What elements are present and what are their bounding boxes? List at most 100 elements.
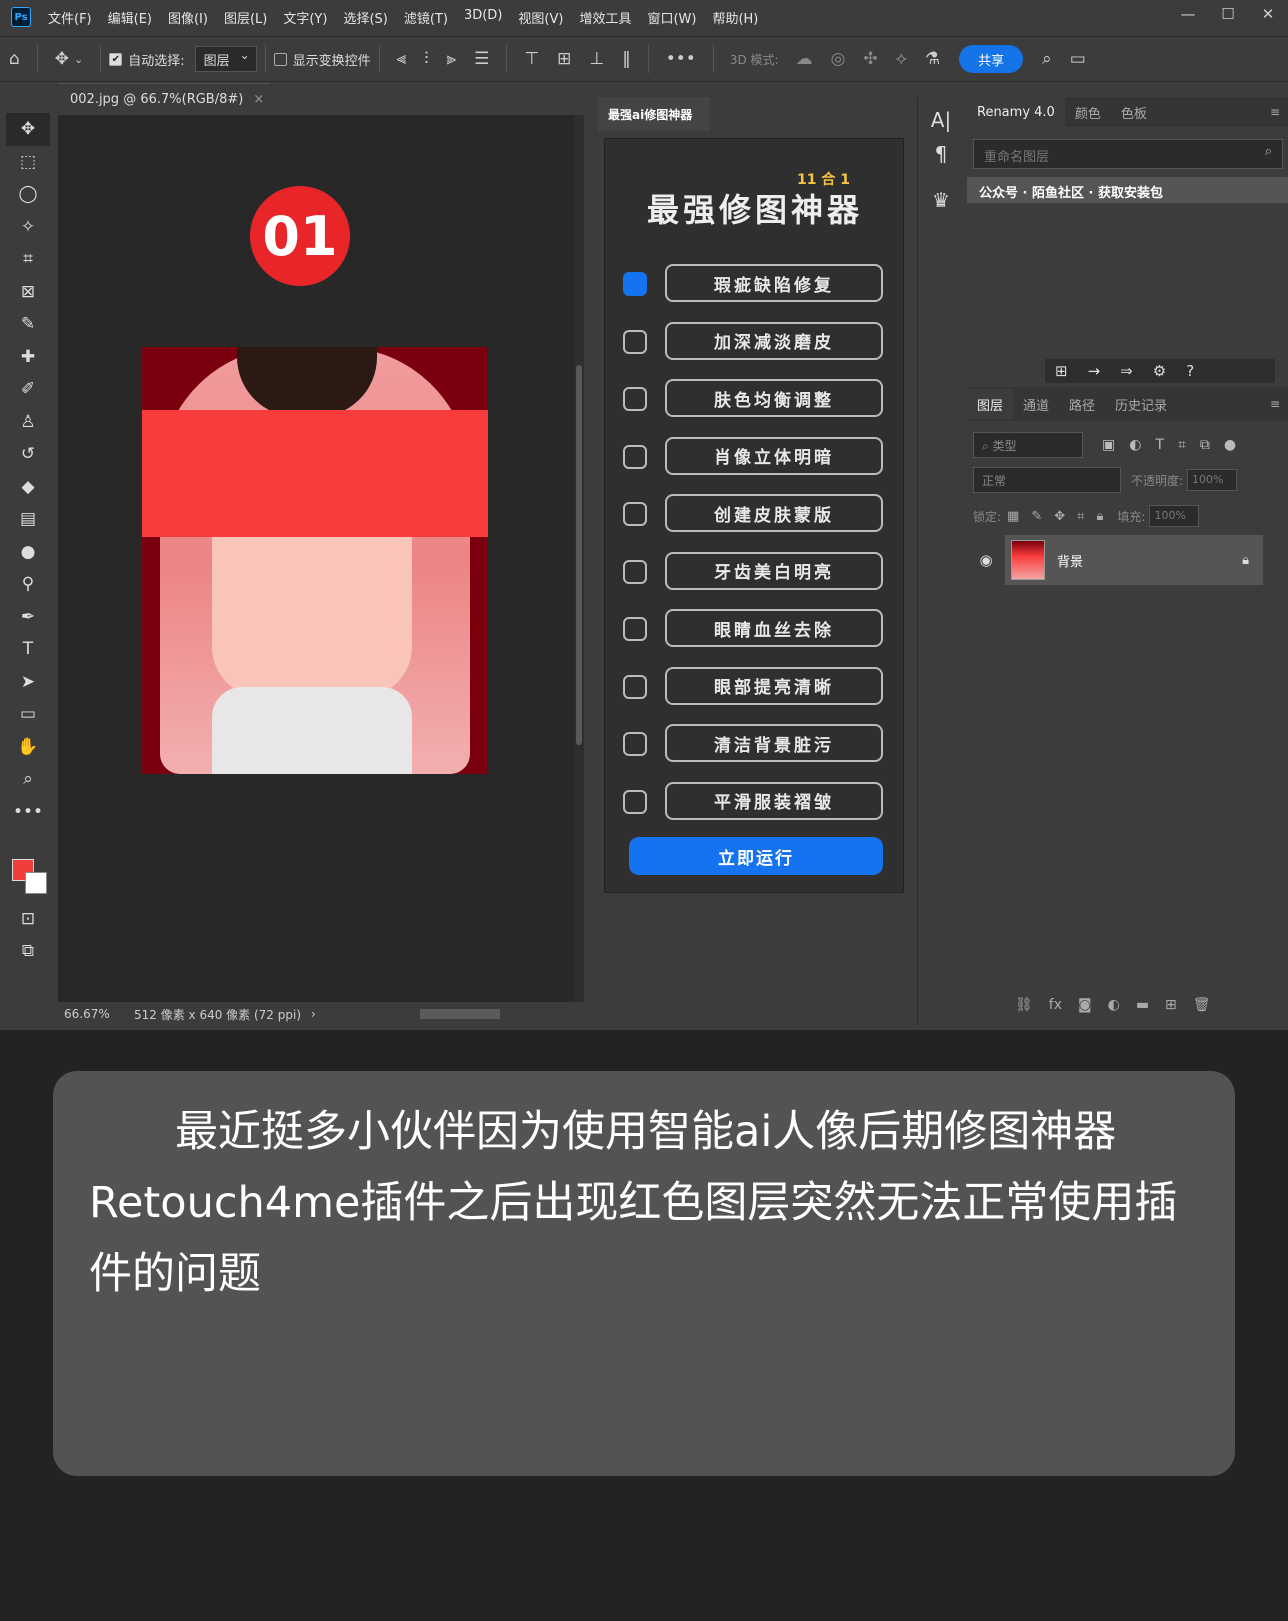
- align-middle-icon[interactable]: ⊞: [557, 49, 571, 69]
- rename-layer-input[interactable]: 重命名图层 ⌕: [973, 139, 1283, 169]
- layer-style-icon[interactable]: fx: [1049, 997, 1062, 1013]
- auto-select-dropdown[interactable]: 图层: [194, 46, 257, 72]
- hand-tool-icon[interactable]: ✋: [6, 731, 50, 764]
- arrow-right-icon[interactable]: →: [1088, 362, 1101, 380]
- adjustment-layer-icon[interactable]: ◐: [1108, 997, 1120, 1013]
- home-icon[interactable]: ⌂: [9, 49, 20, 69]
- feature-checkbox[interactable]: [623, 272, 647, 296]
- panel-menu-icon[interactable]: ≡: [1270, 105, 1280, 119]
- search-icon[interactable]: ⌕: [1042, 49, 1052, 69]
- dodge-tool-icon[interactable]: ⚲: [6, 568, 50, 601]
- plugin-tab[interactable]: 最强ai修图神器: [598, 97, 710, 131]
- 3d-slide-icon[interactable]: ⟡: [896, 49, 907, 69]
- feature-checkbox[interactable]: [623, 329, 647, 354]
- tab-swatches[interactable]: 色板: [1111, 97, 1157, 127]
- feature-checkbox[interactable]: [623, 502, 647, 526]
- lasso-tool-icon[interactable]: ◯: [6, 178, 50, 211]
- fill-input[interactable]: 100%: [1149, 505, 1200, 527]
- smart-object-filter-icon[interactable]: ⧉: [1200, 437, 1210, 453]
- tab-layers[interactable]: 图层: [967, 389, 1014, 419]
- chevron-right-icon[interactable]: ›: [311, 1007, 316, 1021]
- menu-select[interactable]: 选择(S): [343, 8, 387, 27]
- menu-help[interactable]: 帮助(H): [712, 8, 758, 27]
- menu-3d[interactable]: 3D(D): [464, 8, 502, 27]
- filter-toggle-icon[interactable]: ●: [1224, 437, 1236, 453]
- delete-layer-icon[interactable]: 🗑︎: [1193, 997, 1211, 1013]
- feature-checkbox[interactable]: [623, 387, 647, 411]
- new-layer-icon[interactable]: ⊞: [1165, 997, 1177, 1013]
- menu-file[interactable]: 文件(F): [48, 8, 92, 27]
- align-bottom-icon[interactable]: ⊥: [589, 49, 604, 69]
- type-filter-icon[interactable]: T: [1155, 437, 1164, 453]
- edit-toolbar-icon[interactable]: •••: [6, 796, 50, 829]
- minimize-button[interactable]: —: [1168, 0, 1208, 28]
- feature-button[interactable]: 眼睛血丝去除: [665, 609, 883, 647]
- tab-paths[interactable]: 路径: [1059, 389, 1105, 419]
- menu-plugins[interactable]: 增效工具: [579, 8, 631, 27]
- healing-brush-tool-icon[interactable]: ✚: [6, 341, 50, 374]
- feature-checkbox[interactable]: [623, 444, 647, 469]
- feature-checkbox[interactable]: [623, 789, 647, 814]
- zoom-level[interactable]: 66.67%: [64, 1007, 128, 1021]
- history-brush-tool-icon[interactable]: ↺: [6, 438, 50, 471]
- close-button[interactable]: ✕: [1248, 0, 1288, 28]
- eyedropper-tool-icon[interactable]: ✎: [6, 308, 50, 341]
- feature-checkbox[interactable]: [623, 617, 647, 641]
- search-icon[interactable]: ⌕: [1265, 144, 1272, 159]
- run-now-button[interactable]: 立即运行: [629, 837, 883, 875]
- more-options-icon[interactable]: •••: [666, 49, 696, 69]
- rename-apply-icon[interactable]: ⊞: [1055, 362, 1068, 380]
- stamp-tool-icon[interactable]: ♙: [6, 406, 50, 439]
- crop-tool-icon[interactable]: ⌗: [6, 243, 50, 276]
- brush-tool-icon[interactable]: ✐: [6, 373, 50, 406]
- pen-tool-icon[interactable]: ✒: [6, 601, 50, 634]
- eraser-tool-icon[interactable]: ◆: [6, 471, 50, 504]
- tab-color[interactable]: 颜色: [1065, 97, 1111, 127]
- feature-button[interactable]: 肖像立体明暗: [665, 436, 883, 475]
- close-tab-icon[interactable]: ×: [253, 92, 264, 107]
- 3d-pan-icon[interactable]: ✣: [863, 49, 877, 69]
- horizontal-scrollbar-thumb[interactable]: [420, 1009, 500, 1019]
- menu-view[interactable]: 视图(V): [518, 8, 563, 27]
- visibility-eye-icon[interactable]: ◉: [967, 551, 1005, 569]
- lock-all-icon[interactable]: 🔒︎: [1096, 509, 1103, 524]
- menu-type[interactable]: 文字(Y): [283, 8, 327, 27]
- feature-checkbox[interactable]: [623, 674, 647, 699]
- opacity-input[interactable]: 100%: [1187, 469, 1238, 491]
- tab-history[interactable]: 历史记录: [1105, 389, 1177, 419]
- workspace-icon[interactable]: ▭: [1070, 49, 1086, 69]
- feature-button[interactable]: 平滑服装褶皱: [665, 781, 883, 820]
- layer-filter-dropdown[interactable]: ⌕ 类型: [973, 432, 1083, 458]
- add-mask-icon[interactable]: ◙: [1078, 997, 1092, 1013]
- gear-icon[interactable]: ⚙: [1153, 362, 1166, 380]
- panel-menu-icon[interactable]: ≡: [1270, 397, 1280, 411]
- quick-mask-icon[interactable]: ⊡: [6, 903, 50, 936]
- background-color-swatch[interactable]: [25, 872, 47, 894]
- help-icon[interactable]: ?: [1186, 362, 1194, 380]
- crown-plugin-icon[interactable]: ♛: [918, 183, 964, 217]
- feature-button[interactable]: 加深减淡磨皮: [665, 321, 883, 360]
- align-center-icon[interactable]: ⫶: [424, 49, 428, 69]
- move-tool-icon[interactable]: ✥: [55, 49, 69, 69]
- distribute-icon[interactable]: ☰: [474, 49, 489, 69]
- zoom-tool-icon[interactable]: ⌕: [6, 763, 50, 796]
- align-top-icon[interactable]: ⊤: [524, 49, 539, 69]
- auto-select-checkbox[interactable]: ✔: [109, 52, 123, 66]
- document-tab[interactable]: 002.jpg @ 66.7%(RGB/8#) ×: [58, 83, 270, 115]
- tab-renamy[interactable]: Renamy 4.0: [967, 97, 1065, 127]
- feature-checkbox[interactable]: [623, 559, 647, 584]
- blur-tool-icon[interactable]: ●: [6, 536, 50, 569]
- layer-row[interactable]: ◉ 背景 🔒︎: [967, 535, 1263, 585]
- lock-position-icon[interactable]: ✥: [1054, 509, 1065, 524]
- character-panel-icon[interactable]: A|: [918, 103, 964, 137]
- feature-checkbox[interactable]: [623, 732, 647, 756]
- link-layers-icon[interactable]: ⛓: [1015, 997, 1033, 1013]
- feature-button[interactable]: 肤色均衡调整: [665, 379, 883, 417]
- rectangle-tool-icon[interactable]: ▭: [6, 698, 50, 731]
- frame-tool-icon[interactable]: ⊠: [6, 276, 50, 309]
- screen-mode-icon[interactable]: ⧉: [6, 935, 50, 968]
- menu-image[interactable]: 图像(I): [168, 8, 208, 27]
- paragraph-panel-icon[interactable]: ¶: [918, 137, 964, 171]
- flask-icon[interactable]: ⚗: [925, 49, 940, 69]
- pixel-filter-icon[interactable]: ▣: [1102, 437, 1115, 453]
